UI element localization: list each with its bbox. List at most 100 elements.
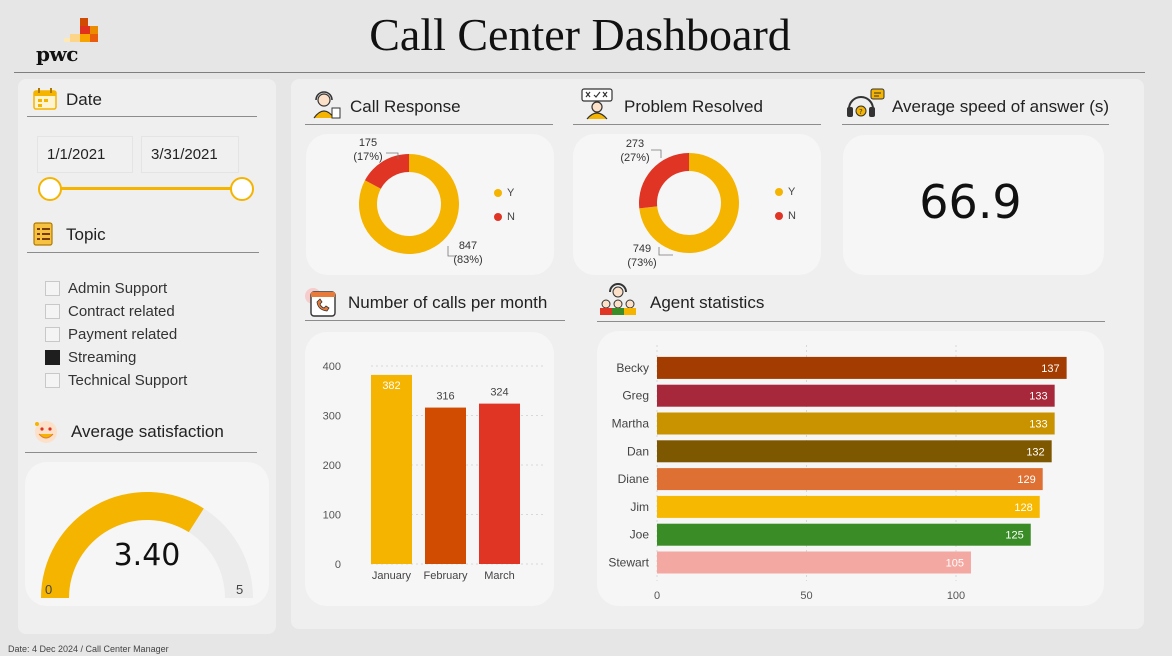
legend-item-y[interactable]: Y xyxy=(494,181,515,205)
date-filter-divider xyxy=(27,116,257,117)
legend-label: N xyxy=(507,211,515,223)
footer-text: Date: 4 Dec 2024 / Call Center Manager xyxy=(8,644,169,654)
legend-dot xyxy=(775,212,783,220)
bar-data-label: 133 xyxy=(1029,391,1047,403)
legend-dot xyxy=(494,213,502,221)
topic-filter-divider xyxy=(27,252,259,253)
bar-march[interactable] xyxy=(479,403,520,564)
topic-checkbox[interactable] xyxy=(45,281,60,296)
y-tick-label: Jim xyxy=(630,500,649,514)
bar-january[interactable] xyxy=(371,374,412,564)
legend-label: N xyxy=(788,210,796,222)
agent-statistics-card: 0 50 100 Becky 137 Greg 133 Martha 133 Dan 132 Dian… xyxy=(597,331,1104,606)
topic-item-label: Streaming xyxy=(68,349,137,366)
donut-label-n: 273 (27%) xyxy=(613,137,657,165)
bar-data-label: 125 xyxy=(1005,530,1023,542)
bar-data-label: 105 xyxy=(946,558,964,570)
legend-item-n[interactable]: N xyxy=(775,204,796,228)
date-slider-end-handle[interactable] xyxy=(230,177,254,201)
topic-checkbox[interactable] xyxy=(45,327,60,342)
agent-statistics-divider xyxy=(597,321,1105,322)
calendar-icon xyxy=(33,88,57,110)
topic-checkbox-checked[interactable] xyxy=(45,350,60,365)
donut-label-count: 847 xyxy=(458,240,478,252)
topic-item-admin-support[interactable]: Admin Support xyxy=(45,277,255,300)
call-response-donut xyxy=(359,152,459,257)
bar-data-label: 129 xyxy=(1017,474,1035,486)
end-date-input[interactable]: 3/31/2021 xyxy=(141,136,239,173)
y-tick-label: 200 xyxy=(323,460,341,472)
topic-item-contract-related[interactable]: Contract related xyxy=(45,300,255,323)
bar-february[interactable] xyxy=(425,407,466,564)
gauge-max-label: 5 xyxy=(236,582,244,597)
calls-per-month-divider xyxy=(305,320,565,321)
x-tick-label: February xyxy=(423,570,468,582)
donut-label-count: 273 xyxy=(625,138,645,150)
donut-label-pct: (17%) xyxy=(353,151,383,163)
donut-label-y: 749 (73%) xyxy=(620,242,664,270)
bar-data-label: 382 xyxy=(382,380,400,392)
satisfaction-gauge-card: 3.40 0 5 xyxy=(25,462,269,606)
speed-divider xyxy=(842,124,1109,125)
donut-label-pct: (27%) xyxy=(620,152,650,164)
x-tick-label: 100 xyxy=(947,590,965,602)
topic-item-streaming[interactable]: Streaming xyxy=(45,346,255,369)
legend-dot xyxy=(775,188,783,196)
donut-label-pct: (73%) xyxy=(627,257,657,269)
agent-bar-becky[interactable] xyxy=(657,356,1067,379)
agent-bar-dan[interactable] xyxy=(657,440,1052,463)
topic-filter-label: Topic xyxy=(66,225,106,244)
x-tick-label: March xyxy=(484,570,515,582)
bar-data-label: 132 xyxy=(1026,446,1044,458)
topic-item-technical-support[interactable]: Technical Support xyxy=(45,369,255,392)
x-tick-label: January xyxy=(372,570,412,582)
legend-label: Y xyxy=(507,187,515,199)
bar-data-label: 137 xyxy=(1041,363,1059,375)
satisfaction-icon xyxy=(35,421,57,443)
topic-checkbox[interactable] xyxy=(45,373,60,388)
call-response-card: 175 (17%) 847 (83%) Y N xyxy=(306,134,554,275)
y-tick-label: 100 xyxy=(323,510,341,522)
agent-bar-diane[interactable] xyxy=(657,468,1043,491)
agents-icon xyxy=(600,283,636,315)
agent-bar-stewart[interactable] xyxy=(657,551,971,574)
start-date-input[interactable]: 1/1/2021 xyxy=(37,136,133,173)
speed-title: Average speed of answer (s) xyxy=(892,97,1110,116)
svg-text:?: ? xyxy=(859,108,863,116)
date-range-slider[interactable] xyxy=(50,187,243,190)
title-divider xyxy=(14,72,1145,73)
agent-bar-joe[interactable] xyxy=(657,523,1031,546)
page-title: Call Center Dashboard xyxy=(369,9,791,60)
bar-data-label: 133 xyxy=(1029,419,1047,431)
y-tick-label: Dan xyxy=(627,444,649,458)
calls-per-month-title: Number of calls per month xyxy=(348,293,548,312)
date-slider-start-handle[interactable] xyxy=(38,177,62,201)
satisfaction-label: Average satisfaction xyxy=(71,422,224,441)
agent-statistics-chart: 0 50 100 Becky 137 Greg 133 Martha 133 Dan 132 Dian… xyxy=(608,345,1067,602)
legend-item-y[interactable]: Y xyxy=(775,180,796,204)
call-response-icon xyxy=(313,91,341,119)
donut-label-n: 175 (17%) xyxy=(346,136,390,164)
agent-bar-martha[interactable] xyxy=(657,412,1055,435)
calls-per-month-chart: 0 100 200 300 400 382 January 316 February 324 Mar… xyxy=(323,361,545,582)
donut-label-y: 847 (83%) xyxy=(446,239,490,267)
topic-checkbox[interactable] xyxy=(45,304,60,319)
y-tick-label: Stewart xyxy=(608,556,649,570)
agent-statistics-title: Agent statistics xyxy=(650,293,765,312)
topic-item-payment-related[interactable]: Payment related xyxy=(45,323,255,346)
satisfaction-value: 3.40 xyxy=(113,538,181,573)
call-response-title: Call Response xyxy=(350,97,461,116)
topic-item-label: Technical Support xyxy=(68,372,188,389)
call-response-legend: Y N xyxy=(494,181,515,229)
y-tick-label: 400 xyxy=(323,361,341,373)
legend-item-n[interactable]: N xyxy=(494,205,515,229)
gauge-min-label: 0 xyxy=(45,582,53,597)
y-tick-label: Martha xyxy=(612,417,650,431)
agent-bar-greg[interactable] xyxy=(657,384,1055,407)
agent-bar-jim[interactable] xyxy=(657,495,1040,518)
headset-speed-icon: ? xyxy=(847,88,885,117)
problem-resolved-divider xyxy=(573,124,821,125)
calendar-phone-icon xyxy=(305,288,336,317)
problem-resolved-legend: Y N xyxy=(775,180,796,228)
x-tick-label: 50 xyxy=(800,590,812,602)
